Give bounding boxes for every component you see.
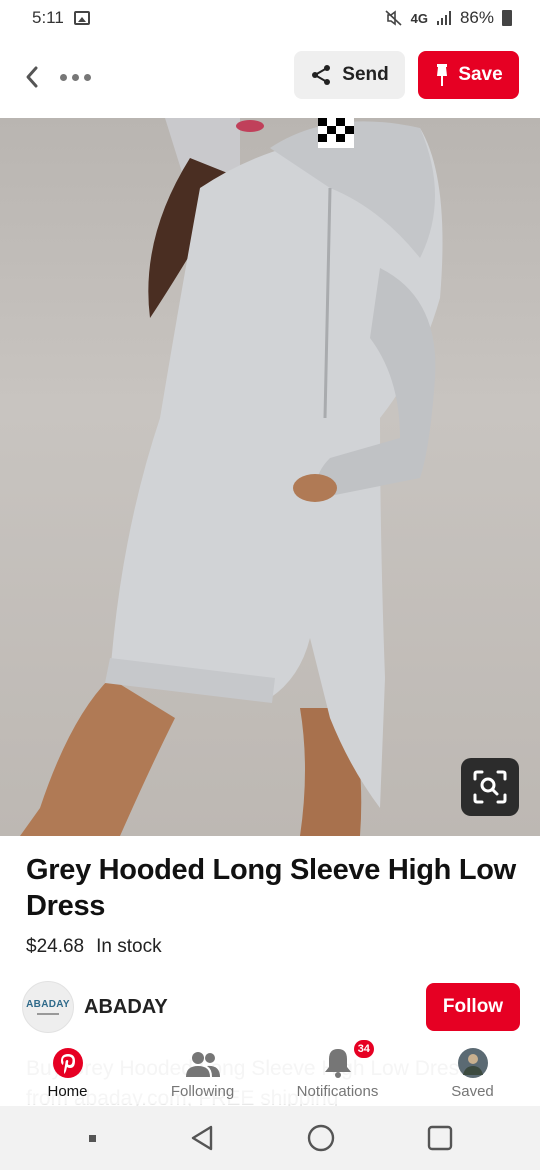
battery-icon xyxy=(502,10,512,26)
back-button[interactable] xyxy=(20,57,44,97)
nav-following[interactable]: Following xyxy=(135,1040,270,1104)
price-row: $24.68 In stock xyxy=(26,936,162,958)
product-image[interactable] xyxy=(0,118,540,836)
profile-avatar xyxy=(457,1048,488,1078)
bottom-navigation: Home Following 34 Notifications Saved xyxy=(0,1040,540,1104)
lens-search-icon xyxy=(473,770,507,804)
product-title: Grey Hooded Long Sleeve High Low Dress xyxy=(26,854,516,922)
nav-home[interactable]: Home xyxy=(0,1040,135,1104)
home-circle-icon[interactable] xyxy=(307,1124,335,1152)
more-options-button[interactable] xyxy=(60,57,91,97)
send-label: Send xyxy=(342,64,389,85)
system-navigation-bar xyxy=(0,1106,540,1170)
nav-notifications-label: Notifications xyxy=(296,1083,379,1100)
chevron-left-icon xyxy=(26,66,38,88)
send-button[interactable]: Send xyxy=(294,51,405,99)
seller-avatar-text: ABADAY xyxy=(26,999,70,1010)
notifications-badge: 34 xyxy=(353,1040,374,1058)
pin-icon xyxy=(437,64,448,86)
pinterest-logo-icon xyxy=(52,1048,83,1078)
back-triangle-icon[interactable] xyxy=(189,1124,215,1152)
nav-saved[interactable]: Saved xyxy=(405,1040,540,1104)
battery-percent: 86% xyxy=(459,8,494,27)
seller-name[interactable]: ABADAY xyxy=(84,996,168,1019)
save-label: Save xyxy=(458,64,503,85)
save-button[interactable]: Save xyxy=(418,51,519,99)
nav-following-label: Following xyxy=(170,1083,235,1100)
seller-avatar[interactable]: ABADAY xyxy=(22,981,74,1033)
nav-saved-label: Saved xyxy=(451,1083,494,1100)
nav-notifications[interactable]: 34 Notifications xyxy=(270,1040,405,1104)
share-icon xyxy=(312,65,331,85)
status-bar: 5:11 4G 86% xyxy=(0,0,540,36)
bell-icon xyxy=(324,1049,351,1078)
mute-icon xyxy=(385,10,402,26)
people-icon xyxy=(185,1052,220,1077)
signal-icon xyxy=(436,11,451,25)
network-type: 4G xyxy=(410,10,428,26)
top-bar: Send Save xyxy=(0,40,540,114)
follow-button[interactable]: Follow xyxy=(426,983,520,1031)
product-price: $24.68 xyxy=(26,936,85,957)
recents-dot-icon[interactable] xyxy=(86,1132,98,1144)
product-photo xyxy=(20,118,443,836)
seller-row: ABADAY ABADAY Follow xyxy=(22,980,522,1034)
overview-square-icon[interactable] xyxy=(426,1124,454,1152)
stock-status: In stock xyxy=(96,936,162,957)
status-time: 5:11 xyxy=(32,8,64,27)
image-notification-icon xyxy=(73,11,90,25)
nav-home-label: Home xyxy=(47,1083,88,1100)
visual-search-button[interactable] xyxy=(461,758,519,816)
